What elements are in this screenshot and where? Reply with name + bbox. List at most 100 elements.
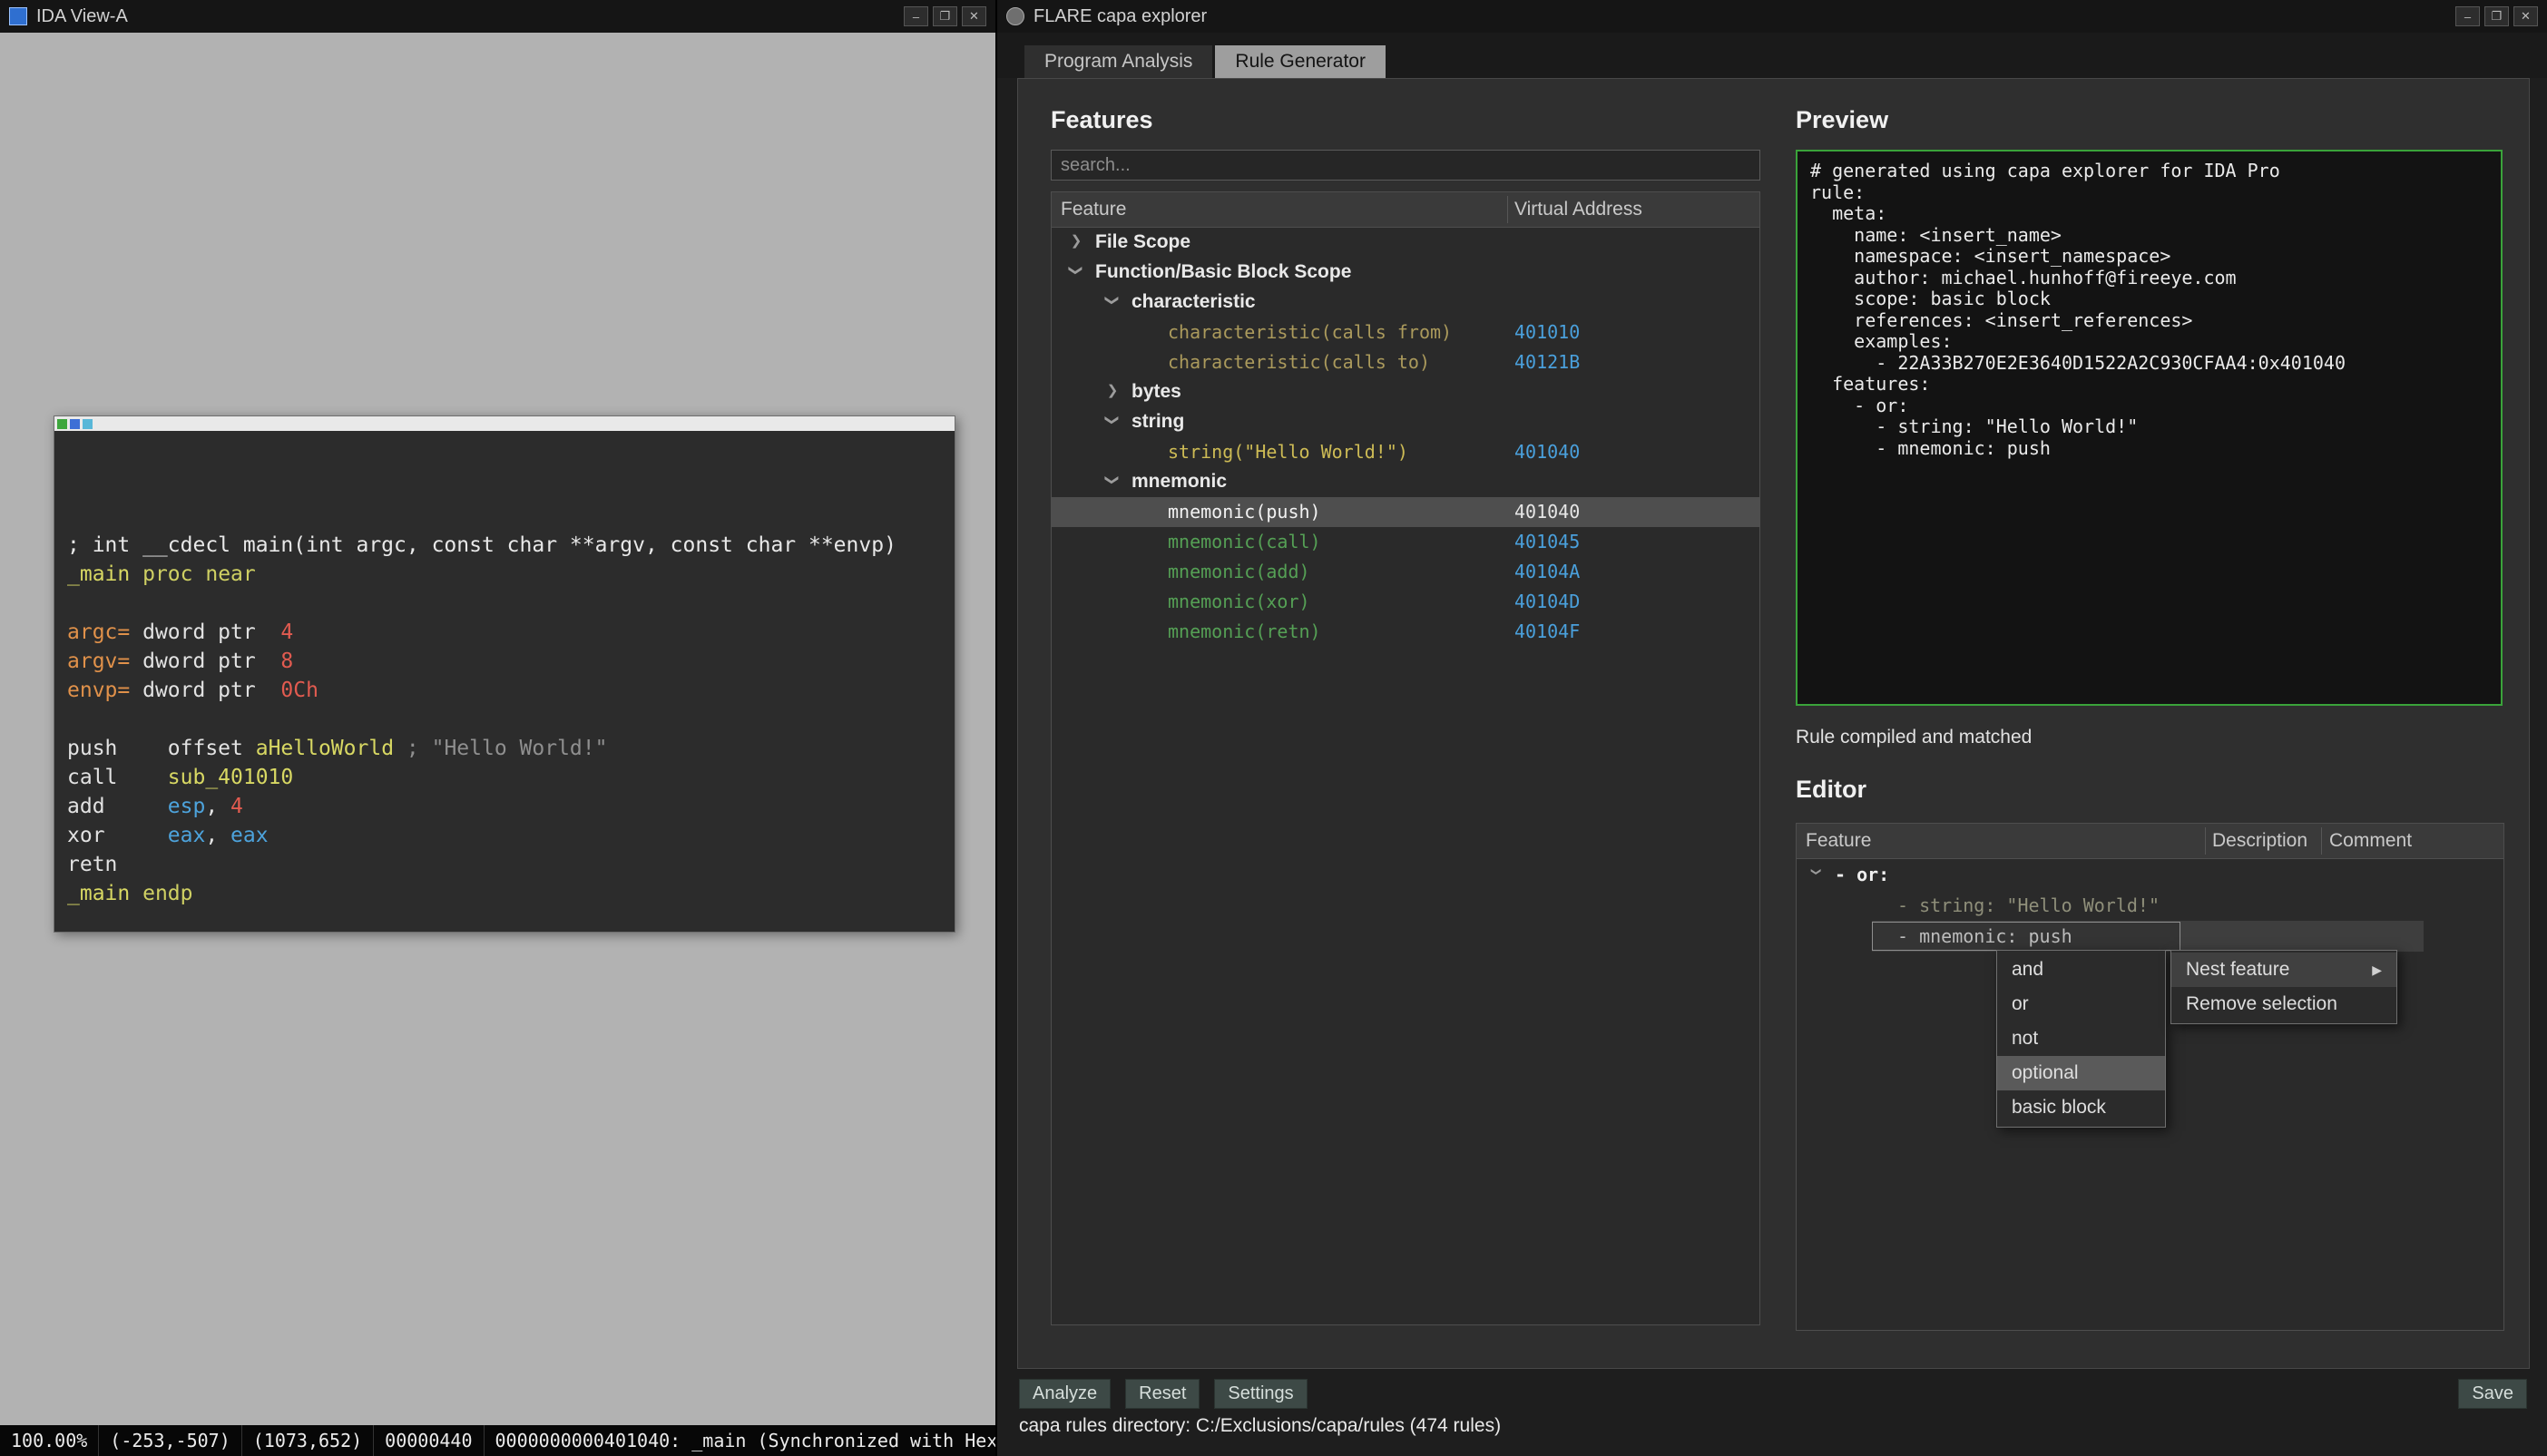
- code-token: [105, 824, 168, 847]
- virtual-address[interactable]: 40121B: [1514, 351, 1580, 373]
- column-header-feature[interactable]: Feature: [1806, 830, 1871, 852]
- feature-row[interactable]: ❯Function/Basic Block Scope: [1052, 258, 1759, 288]
- code-token: endp: [142, 882, 192, 905]
- capa-tab-bar: Program Analysis Rule Generator: [997, 33, 2547, 78]
- disassembly-line[interactable]: add esp, 4: [67, 792, 955, 821]
- editor-row[interactable]: ❯- or:: [1797, 859, 2503, 890]
- virtual-address[interactable]: 401045: [1514, 531, 1580, 552]
- editor-feature-label: - mnemonic: push: [1897, 925, 2072, 947]
- disassembly-line[interactable]: push offset aHelloWorld ; "Hello World!": [67, 734, 955, 763]
- code-token: 0Ch: [280, 679, 318, 702]
- code-token: dword ptr: [130, 621, 280, 644]
- menu-item-and[interactable]: and: [1997, 953, 2165, 987]
- menu-item-label: Nest feature: [2186, 959, 2289, 981]
- menu-item-or[interactable]: or: [1997, 987, 2165, 1021]
- minimize-icon[interactable]: –: [904, 6, 928, 26]
- analyze-button[interactable]: Analyze: [1019, 1379, 1111, 1409]
- close-icon[interactable]: ✕: [962, 6, 986, 26]
- virtual-address[interactable]: 40104A: [1514, 561, 1580, 582]
- feature-row[interactable]: string("Hello World!") 401040: [1052, 437, 1759, 467]
- restore-icon[interactable]: ❐: [2484, 6, 2509, 26]
- editor-row[interactable]: - mnemonic: push: [1797, 921, 2503, 952]
- virtual-address[interactable]: 40104F: [1514, 621, 1580, 642]
- code-token: ; int __cdecl main(int argc, const char …: [67, 533, 896, 557]
- virtual-address[interactable]: 401040: [1514, 441, 1580, 463]
- feature-row[interactable]: ❯mnemonic: [1052, 467, 1759, 497]
- chevron-right-icon[interactable]: ❯: [1105, 382, 1120, 398]
- column-header-feature[interactable]: Feature: [1061, 199, 1126, 220]
- tab-rule-generator[interactable]: Rule Generator: [1215, 45, 1386, 78]
- menu-item-nest-feature[interactable]: Nest feature▶: [2171, 953, 2396, 987]
- chevron-down-icon[interactable]: ❯: [1068, 263, 1084, 278]
- save-button[interactable]: Save: [2458, 1379, 2527, 1409]
- feature-row[interactable]: characteristic(calls from)401010: [1052, 318, 1759, 347]
- disassembly-line[interactable]: ; int __cdecl main(int argc, const char …: [67, 531, 955, 560]
- tab-program-analysis[interactable]: Program Analysis: [1024, 45, 1212, 78]
- feature-row[interactable]: ❯characteristic: [1052, 288, 1759, 318]
- feature-row[interactable]: ❯string: [1052, 407, 1759, 437]
- disassembly-line[interactable]: envp= dword ptr 0Ch: [67, 676, 955, 705]
- ida-view-icon: [9, 7, 27, 25]
- disassembly-line[interactable]: retn: [67, 850, 955, 879]
- feature-row[interactable]: ❯File Scope: [1052, 228, 1759, 258]
- disassembly-line[interactable]: argv= dword ptr 8: [67, 647, 955, 676]
- column-header-virtual-address[interactable]: Virtual Address: [1514, 199, 1642, 220]
- capa-window-title: FLARE capa explorer: [1033, 6, 1207, 27]
- features-table-header[interactable]: Feature Virtual Address: [1052, 192, 1759, 228]
- disassembly-line[interactable]: _main endp: [67, 879, 955, 908]
- editor-table-header[interactable]: Feature Description Comment: [1797, 824, 2503, 859]
- code-token: _main: [67, 562, 130, 586]
- features-heading: Features: [1051, 106, 1153, 134]
- search-input[interactable]: [1051, 150, 1760, 181]
- menu-item-basic-block[interactable]: basic block: [1997, 1090, 2165, 1125]
- disassembly-line[interactable]: xor eax, eax: [67, 821, 955, 850]
- disassembly-code[interactable]: ; int __cdecl main(int argc, const char …: [54, 431, 955, 932]
- menu-item-remove-selection[interactable]: Remove selection: [2171, 987, 2396, 1021]
- feature-row[interactable]: ❯bytes: [1052, 377, 1759, 407]
- status-segment: 0000000000401040: _main (Synchronized wi…: [485, 1425, 996, 1456]
- menu-item-not[interactable]: not: [1997, 1021, 2165, 1056]
- disassembly-line[interactable]: argc= dword ptr 4: [67, 618, 955, 647]
- column-header-comment[interactable]: Comment: [2329, 830, 2412, 852]
- chevron-down-icon[interactable]: ❯: [1104, 473, 1121, 487]
- code-token: argc=: [67, 621, 130, 644]
- code-token: _main: [67, 882, 130, 905]
- menu-item-optional[interactable]: optional: [1997, 1056, 2165, 1090]
- feature-row[interactable]: mnemonic(call)401045: [1052, 527, 1759, 557]
- rule-preview-editor[interactable]: # generated using capa explorer for IDA …: [1796, 150, 2503, 706]
- capa-titlebar[interactable]: FLARE capa explorer – ❐ ✕: [997, 0, 2547, 33]
- ida-titlebar[interactable]: IDA View-A – ❐ ✕: [0, 0, 995, 33]
- minimize-icon[interactable]: –: [2455, 6, 2480, 26]
- virtual-address[interactable]: 40104D: [1514, 591, 1580, 612]
- code-token: 8: [280, 650, 293, 673]
- chevron-right-icon[interactable]: ❯: [1069, 232, 1083, 249]
- virtual-address[interactable]: 401010: [1514, 321, 1580, 343]
- chevron-down-icon[interactable]: ❯: [1104, 413, 1121, 427]
- settings-button[interactable]: Settings: [1214, 1379, 1307, 1409]
- chevron-down-icon[interactable]: ❯: [1104, 293, 1121, 308]
- feature-row[interactable]: characteristic(calls to)40121B: [1052, 347, 1759, 377]
- close-icon[interactable]: ✕: [2513, 6, 2538, 26]
- feature-row[interactable]: mnemonic(push)401040: [1052, 497, 1759, 527]
- chevron-down-icon[interactable]: ❯: [1808, 865, 1825, 879]
- virtual-address[interactable]: 401040: [1514, 501, 1580, 523]
- code-token: call: [67, 766, 117, 789]
- editor-row[interactable]: - string: "Hello World!": [1797, 890, 2503, 921]
- code-token: [117, 737, 167, 760]
- code-token: envp=: [67, 679, 130, 702]
- code-token: ,: [205, 795, 230, 818]
- disassembly-line[interactable]: [67, 589, 955, 618]
- feature-row[interactable]: mnemonic(add)40104A: [1052, 557, 1759, 587]
- capa-window-controls: – ❐ ✕: [2455, 6, 2538, 26]
- disassembly-line[interactable]: _main proc near: [67, 560, 955, 589]
- disassembly-line[interactable]: [67, 705, 955, 734]
- feature-label: string("Hello World!"): [1168, 441, 1408, 463]
- disassembly-line[interactable]: call sub_401010: [67, 763, 955, 792]
- reset-button[interactable]: Reset: [1125, 1379, 1200, 1409]
- editor-feature-label: - string: "Hello World!": [1897, 894, 2160, 916]
- column-header-description[interactable]: Description: [2212, 830, 2307, 852]
- feature-row[interactable]: mnemonic(retn)40104F: [1052, 617, 1759, 647]
- restore-icon[interactable]: ❐: [933, 6, 957, 26]
- feature-row[interactable]: mnemonic(xor)40104D: [1052, 587, 1759, 617]
- disassembly-view[interactable]: ; int __cdecl main(int argc, const char …: [54, 415, 955, 933]
